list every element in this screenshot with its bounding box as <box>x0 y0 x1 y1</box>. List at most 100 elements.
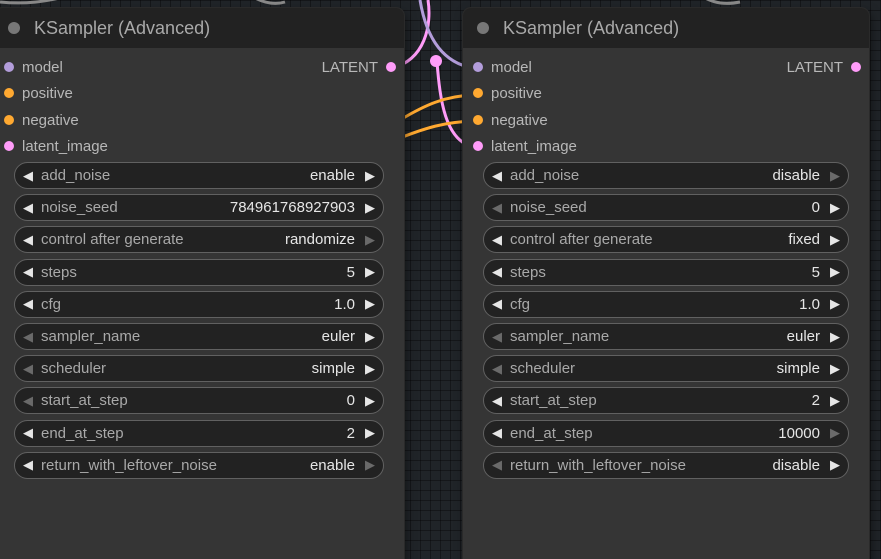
widget-steps[interactable]: ◀ steps 5 ▶ <box>483 258 849 286</box>
widget-value[interactable]: euler <box>787 328 822 345</box>
widget-control-after-generate[interactable]: ◀ control after generate fixed ▶ <box>483 226 849 254</box>
decrement-arrow-icon[interactable]: ◀ <box>15 329 41 345</box>
widget-noise-seed[interactable]: ◀ noise_seed 0 ▶ <box>483 194 849 222</box>
widget-value[interactable]: disable <box>772 457 822 474</box>
input-slot-negative[interactable]: negative <box>463 107 548 133</box>
widget-value[interactable]: 5 <box>347 264 357 281</box>
increment-arrow-icon[interactable]: ▶ <box>822 393 848 409</box>
input-slot-latent-image[interactable]: latent_image <box>463 133 577 159</box>
decrement-arrow-icon[interactable]: ◀ <box>484 425 510 441</box>
increment-arrow-icon[interactable]: ▶ <box>357 264 383 280</box>
decrement-arrow-icon[interactable]: ◀ <box>484 457 510 473</box>
input-slot-negative[interactable]: negative <box>0 107 79 133</box>
conditioning-slot-dot-icon[interactable] <box>473 115 483 125</box>
widget-value[interactable]: randomize <box>285 231 357 248</box>
conditioning-slot-dot-icon[interactable] <box>473 88 483 98</box>
decrement-arrow-icon[interactable]: ◀ <box>15 232 41 248</box>
increment-arrow-icon[interactable]: ▶ <box>357 232 383 248</box>
input-slot-positive[interactable]: positive <box>463 80 542 106</box>
decrement-arrow-icon[interactable]: ◀ <box>15 457 41 473</box>
model-slot-dot-icon[interactable] <box>4 62 14 72</box>
widget-value[interactable]: enable <box>310 167 357 184</box>
increment-arrow-icon[interactable]: ▶ <box>822 361 848 377</box>
latent-slot-dot-icon[interactable] <box>386 62 396 72</box>
increment-arrow-icon[interactable]: ▶ <box>822 200 848 216</box>
latent-slot-dot-icon[interactable] <box>851 62 861 72</box>
increment-arrow-icon[interactable]: ▶ <box>357 168 383 184</box>
decrement-arrow-icon[interactable]: ◀ <box>484 232 510 248</box>
decrement-arrow-icon[interactable]: ◀ <box>484 329 510 345</box>
increment-arrow-icon[interactable]: ▶ <box>822 329 848 345</box>
collapse-dot-icon[interactable] <box>8 22 20 34</box>
widget-add-noise[interactable]: ◀ add_noise enable ▶ <box>14 162 384 189</box>
widget-cfg[interactable]: ◀ cfg 1.0 ▶ <box>483 290 849 318</box>
input-slot-positive[interactable]: positive <box>0 80 73 106</box>
increment-arrow-icon[interactable]: ▶ <box>822 457 848 473</box>
latent-slot-dot-icon[interactable] <box>4 141 14 151</box>
widget-scheduler[interactable]: ◀ scheduler simple ▶ <box>483 355 849 383</box>
decrement-arrow-icon[interactable]: ◀ <box>484 361 510 377</box>
decrement-arrow-icon[interactable]: ◀ <box>15 296 41 312</box>
widget-value[interactable]: 10000 <box>778 425 822 442</box>
ksampler-advanced-node-right[interactable]: KSampler (Advanced) model LATENT positiv… <box>463 8 869 559</box>
decrement-arrow-icon[interactable]: ◀ <box>484 168 510 184</box>
decrement-arrow-icon[interactable]: ◀ <box>484 264 510 280</box>
increment-arrow-icon[interactable]: ▶ <box>357 200 383 216</box>
increment-arrow-icon[interactable]: ▶ <box>822 425 848 441</box>
decrement-arrow-icon[interactable]: ◀ <box>15 264 41 280</box>
increment-arrow-icon[interactable]: ▶ <box>822 232 848 248</box>
widget-cfg[interactable]: ◀ cfg 1.0 ▶ <box>14 290 384 318</box>
increment-arrow-icon[interactable]: ▶ <box>357 329 383 345</box>
decrement-arrow-icon[interactable]: ◀ <box>15 361 41 377</box>
widget-value[interactable]: 0 <box>347 392 357 409</box>
input-slot-model[interactable]: model <box>0 54 63 80</box>
widget-value[interactable]: simple <box>312 360 357 377</box>
widget-value[interactable]: 0 <box>812 199 822 216</box>
increment-arrow-icon[interactable]: ▶ <box>357 296 383 312</box>
widget-control-after-generate[interactable]: ◀ control after generate randomize ▶ <box>14 226 384 254</box>
increment-arrow-icon[interactable]: ▶ <box>822 168 848 184</box>
widget-steps[interactable]: ◀ steps 5 ▶ <box>14 258 384 286</box>
decrement-arrow-icon[interactable]: ◀ <box>15 168 41 184</box>
widget-value[interactable]: disable <box>772 167 822 184</box>
widget-value[interactable]: 5 <box>812 264 822 281</box>
node-header[interactable]: KSampler (Advanced) <box>0 8 404 48</box>
output-slot-latent[interactable]: LATENT <box>787 54 861 80</box>
model-slot-dot-icon[interactable] <box>473 62 483 72</box>
widget-value[interactable]: 2 <box>812 392 822 409</box>
conditioning-slot-dot-icon[interactable] <box>4 115 14 125</box>
widget-noise-seed[interactable]: ◀ noise_seed 784961768927903 ▶ <box>14 194 384 222</box>
widget-value[interactable]: 2 <box>347 425 357 442</box>
widget-value[interactable]: fixed <box>788 231 822 248</box>
widget-value[interactable]: euler <box>322 328 357 345</box>
increment-arrow-icon[interactable]: ▶ <box>357 425 383 441</box>
node-header[interactable]: KSampler (Advanced) <box>463 8 869 48</box>
increment-arrow-icon[interactable]: ▶ <box>822 296 848 312</box>
widget-value[interactable]: simple <box>777 360 822 377</box>
output-slot-latent[interactable]: LATENT <box>322 54 396 80</box>
widget-end-at-step[interactable]: ◀ end_at_step 10000 ▶ <box>483 419 849 447</box>
input-slot-model[interactable]: model <box>463 54 532 80</box>
widget-value[interactable]: 1.0 <box>799 296 822 313</box>
decrement-arrow-icon[interactable]: ◀ <box>15 425 41 441</box>
increment-arrow-icon[interactable]: ▶ <box>357 457 383 473</box>
decrement-arrow-icon[interactable]: ◀ <box>15 393 41 409</box>
increment-arrow-icon[interactable]: ▶ <box>357 361 383 377</box>
widget-add-noise[interactable]: ◀ add_noise disable ▶ <box>483 162 849 189</box>
widget-scheduler[interactable]: ◀ scheduler simple ▶ <box>14 355 384 383</box>
decrement-arrow-icon[interactable]: ◀ <box>484 200 510 216</box>
widget-sampler-name[interactable]: ◀ sampler_name euler ▶ <box>483 323 849 350</box>
widget-end-at-step[interactable]: ◀ end_at_step 2 ▶ <box>14 419 384 447</box>
widget-return-with-leftover-noise[interactable]: ◀ return_with_leftover_noise enable ▶ <box>14 451 384 479</box>
widget-value[interactable]: 1.0 <box>334 296 357 313</box>
widget-return-with-leftover-noise[interactable]: ◀ return_with_leftover_noise disable ▶ <box>483 451 849 479</box>
increment-arrow-icon[interactable]: ▶ <box>357 393 383 409</box>
input-slot-latent-image[interactable]: latent_image <box>0 133 108 159</box>
collapse-dot-icon[interactable] <box>477 22 489 34</box>
widget-start-at-step[interactable]: ◀ start_at_step 2 ▶ <box>483 387 849 415</box>
decrement-arrow-icon[interactable]: ◀ <box>484 296 510 312</box>
decrement-arrow-icon[interactable]: ◀ <box>15 200 41 216</box>
widget-start-at-step[interactable]: ◀ start_at_step 0 ▶ <box>14 387 384 415</box>
decrement-arrow-icon[interactable]: ◀ <box>484 393 510 409</box>
widget-sampler-name[interactable]: ◀ sampler_name euler ▶ <box>14 323 384 350</box>
